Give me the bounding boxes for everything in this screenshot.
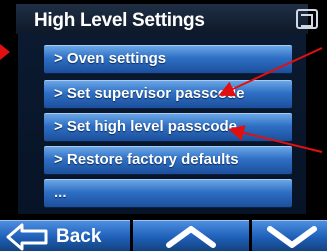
back-button[interactable]: Back bbox=[0, 220, 130, 251]
menu-item-set-supervisor-passcode[interactable]: > Set supervisor passcode bbox=[44, 80, 292, 108]
left-pointer-arrow-icon bbox=[0, 44, 10, 60]
menu-item-oven-settings[interactable]: > Oven settings bbox=[44, 45, 292, 73]
menu-item-set-high-level-passcode[interactable]: > Set high level passcode bbox=[44, 113, 292, 141]
menu-item-label: ... bbox=[54, 184, 67, 201]
page-title: High Level Settings bbox=[34, 10, 205, 31]
menu-item-label: > Set high level passcode bbox=[54, 118, 237, 135]
chevron-down-icon bbox=[267, 226, 317, 248]
scroll-up-button[interactable] bbox=[133, 220, 249, 251]
back-arrow-icon bbox=[6, 223, 48, 251]
scroll-down-button[interactable] bbox=[252, 220, 327, 251]
menu-item-label: > Restore factory defaults bbox=[54, 151, 239, 168]
menu-item-restore-factory-defaults[interactable]: > Restore factory defaults bbox=[44, 146, 292, 174]
chevron-up-icon bbox=[166, 226, 216, 248]
menu-item-label: > Oven settings bbox=[54, 50, 167, 67]
window-icon[interactable] bbox=[296, 9, 318, 29]
menu-item-more[interactable]: ... bbox=[44, 179, 292, 207]
title-bar: High Level Settings bbox=[16, 4, 308, 34]
menu-item-label: > Set supervisor passcode bbox=[54, 85, 245, 102]
back-button-label: Back bbox=[56, 226, 102, 247]
